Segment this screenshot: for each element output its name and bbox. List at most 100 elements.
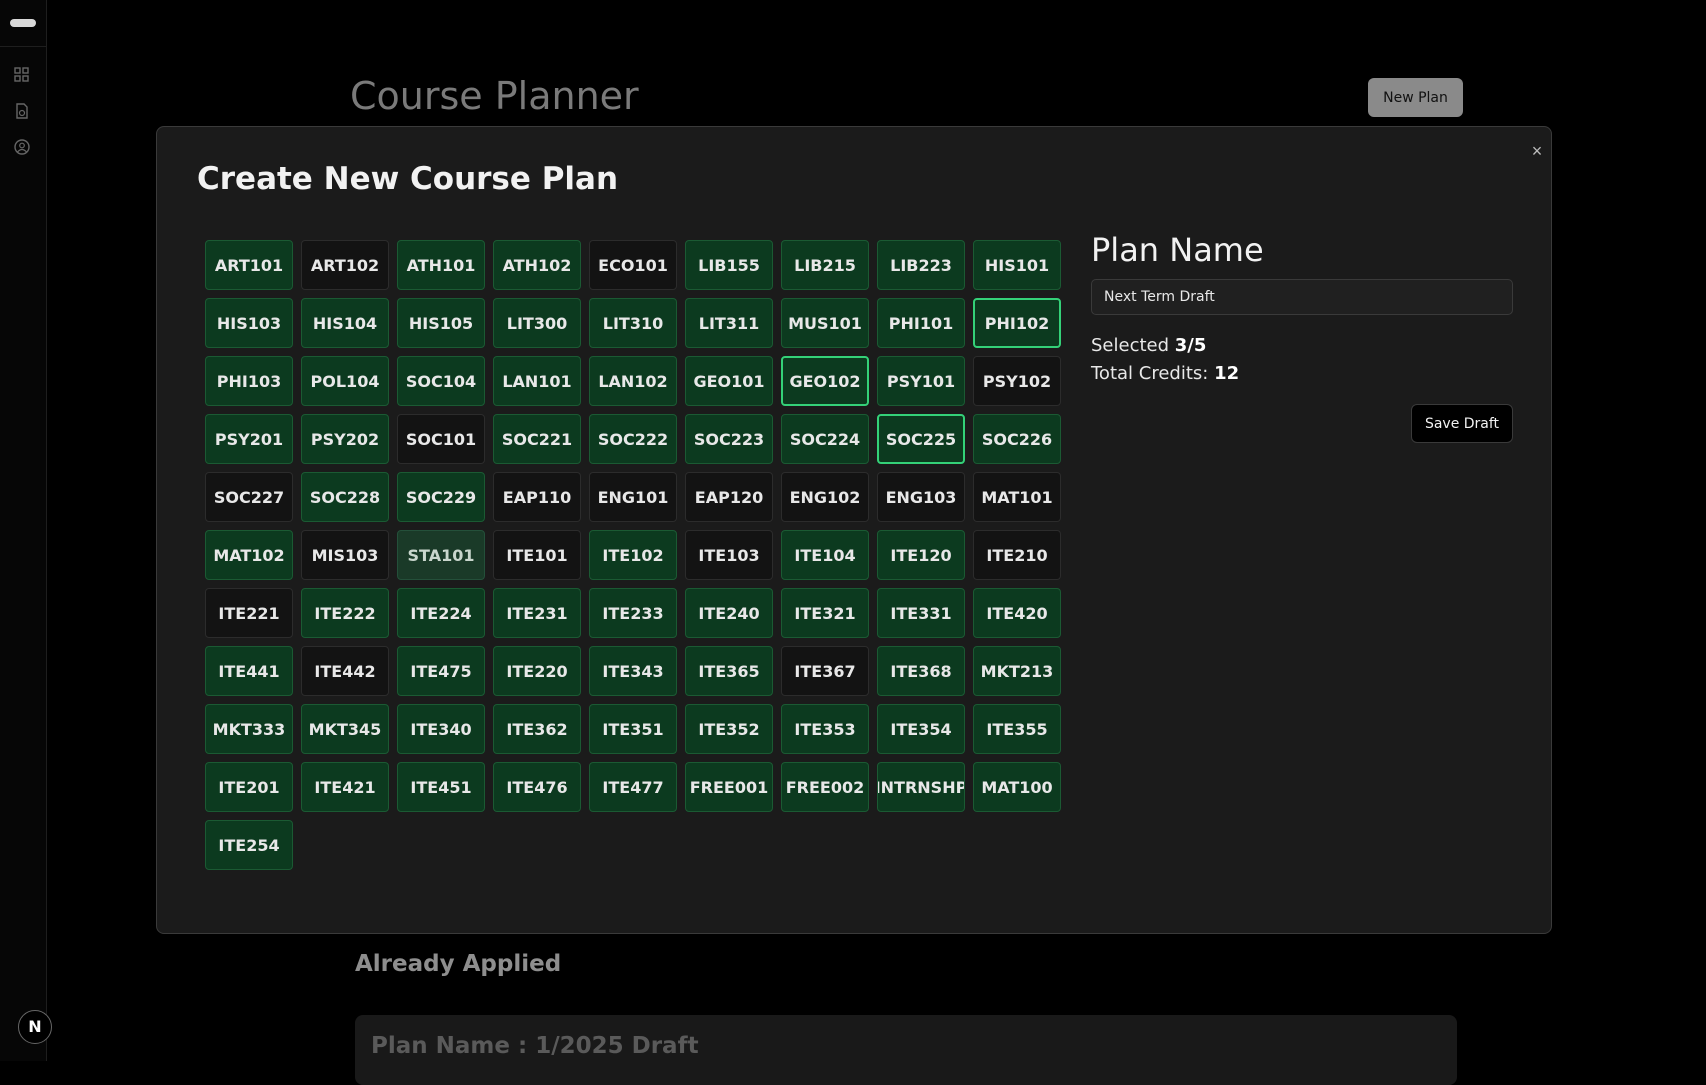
course-tile-psy102[interactable]: PSY102 (973, 356, 1061, 406)
course-tile-soc223[interactable]: SOC223 (685, 414, 773, 464)
course-tile-eng102[interactable]: ENG102 (781, 472, 869, 522)
course-tile-free002[interactable]: FREE002 (781, 762, 869, 812)
course-tile-mat102[interactable]: MAT102 (205, 530, 293, 580)
course-tile-lan101[interactable]: LAN101 (493, 356, 581, 406)
course-tile-phi102[interactable]: PHI102 (973, 298, 1061, 348)
course-tile-ite101[interactable]: ITE101 (493, 530, 581, 580)
course-tile-eap120[interactable]: EAP120 (685, 472, 773, 522)
course-tile-geo101[interactable]: GEO101 (685, 356, 773, 406)
course-tile-geo102[interactable]: GEO102 (781, 356, 869, 406)
course-tile-his101[interactable]: HIS101 (973, 240, 1061, 290)
course-tile-ite221[interactable]: ITE221 (205, 588, 293, 638)
course-tile-ite331[interactable]: ITE331 (877, 588, 965, 638)
applied-plan-card[interactable]: Plan Name : 1/2025 Draft (355, 1015, 1457, 1085)
course-tile-ite367[interactable]: ITE367 (781, 646, 869, 696)
course-tile-intrnshp[interactable]: INTRNSHP (877, 762, 965, 812)
course-tile-soc222[interactable]: SOC222 (589, 414, 677, 464)
plan-name-input[interactable] (1091, 279, 1513, 315)
course-tile-lit311[interactable]: LIT311 (685, 298, 773, 348)
course-tile-lan102[interactable]: LAN102 (589, 356, 677, 406)
course-tile-lib215[interactable]: LIB215 (781, 240, 869, 290)
course-tile-his104[interactable]: HIS104 (301, 298, 389, 348)
course-tile-soc226[interactable]: SOC226 (973, 414, 1061, 464)
course-tile-lib155[interactable]: LIB155 (685, 240, 773, 290)
course-tile-mus101[interactable]: MUS101 (781, 298, 869, 348)
course-tile-ite210[interactable]: ITE210 (973, 530, 1061, 580)
course-tile-soc104[interactable]: SOC104 (397, 356, 485, 406)
course-tile-free001[interactable]: FREE001 (685, 762, 773, 812)
course-tile-ite476[interactable]: ITE476 (493, 762, 581, 812)
course-tile-ite104[interactable]: ITE104 (781, 530, 869, 580)
course-tile-ite233[interactable]: ITE233 (589, 588, 677, 638)
grid-icon[interactable] (13, 66, 31, 84)
course-tile-soc224[interactable]: SOC224 (781, 414, 869, 464)
close-icon[interactable]: × (1527, 141, 1547, 161)
course-tile-art101[interactable]: ART101 (205, 240, 293, 290)
course-tile-mat100[interactable]: MAT100 (973, 762, 1061, 812)
course-tile-lib223[interactable]: LIB223 (877, 240, 965, 290)
course-tile-ath102[interactable]: ATH102 (493, 240, 581, 290)
course-tile-ite354[interactable]: ITE354 (877, 704, 965, 754)
course-tile-ite451[interactable]: ITE451 (397, 762, 485, 812)
course-tile-ite477[interactable]: ITE477 (589, 762, 677, 812)
course-tile-psy201[interactable]: PSY201 (205, 414, 293, 464)
save-draft-button[interactable]: Save Draft (1411, 404, 1513, 443)
course-tile-soc225[interactable]: SOC225 (877, 414, 965, 464)
course-tile-ite368[interactable]: ITE368 (877, 646, 965, 696)
document-icon[interactable] (13, 102, 31, 120)
course-tile-eng103[interactable]: ENG103 (877, 472, 965, 522)
course-tile-ite340[interactable]: ITE340 (397, 704, 485, 754)
course-tile-ite362[interactable]: ITE362 (493, 704, 581, 754)
course-tile-soc229[interactable]: SOC229 (397, 472, 485, 522)
course-tile-mkt345[interactable]: MKT345 (301, 704, 389, 754)
course-tile-soc101[interactable]: SOC101 (397, 414, 485, 464)
course-tile-ite421[interactable]: ITE421 (301, 762, 389, 812)
course-tile-phi103[interactable]: PHI103 (205, 356, 293, 406)
course-tile-psy101[interactable]: PSY101 (877, 356, 965, 406)
course-tile-art102[interactable]: ART102 (301, 240, 389, 290)
avatar[interactable]: N (18, 1010, 52, 1044)
course-tile-mis103[interactable]: MIS103 (301, 530, 389, 580)
course-tile-ite103[interactable]: ITE103 (685, 530, 773, 580)
course-tile-ite353[interactable]: ITE353 (781, 704, 869, 754)
course-tile-ite355[interactable]: ITE355 (973, 704, 1061, 754)
course-tile-ite224[interactable]: ITE224 (397, 588, 485, 638)
course-tile-eng101[interactable]: ENG101 (589, 472, 677, 522)
course-tile-ite351[interactable]: ITE351 (589, 704, 677, 754)
course-tile-ite254[interactable]: ITE254 (205, 820, 293, 870)
new-plan-button[interactable]: New Plan (1368, 78, 1463, 117)
course-tile-lit300[interactable]: LIT300 (493, 298, 581, 348)
course-tile-his105[interactable]: HIS105 (397, 298, 485, 348)
course-tile-eco101[interactable]: ECO101 (589, 240, 677, 290)
course-tile-ite231[interactable]: ITE231 (493, 588, 581, 638)
course-tile-ite102[interactable]: ITE102 (589, 530, 677, 580)
course-tile-ite420[interactable]: ITE420 (973, 588, 1061, 638)
course-tile-ite442[interactable]: ITE442 (301, 646, 389, 696)
course-tile-ite201[interactable]: ITE201 (205, 762, 293, 812)
course-tile-ite352[interactable]: ITE352 (685, 704, 773, 754)
course-tile-his103[interactable]: HIS103 (205, 298, 293, 348)
course-tile-phi101[interactable]: PHI101 (877, 298, 965, 348)
course-tile-sta101[interactable]: STA101 (397, 530, 485, 580)
course-tile-ath101[interactable]: ATH101 (397, 240, 485, 290)
course-tile-ite343[interactable]: ITE343 (589, 646, 677, 696)
course-tile-ite365[interactable]: ITE365 (685, 646, 773, 696)
course-tile-ite321[interactable]: ITE321 (781, 588, 869, 638)
course-tile-mkt213[interactable]: MKT213 (973, 646, 1061, 696)
course-tile-pol104[interactable]: POL104 (301, 356, 389, 406)
course-tile-soc228[interactable]: SOC228 (301, 472, 389, 522)
course-tile-soc227[interactable]: SOC227 (205, 472, 293, 522)
course-tile-ite475[interactable]: ITE475 (397, 646, 485, 696)
course-tile-lit310[interactable]: LIT310 (589, 298, 677, 348)
course-tile-ite441[interactable]: ITE441 (205, 646, 293, 696)
user-circle-icon[interactable] (13, 138, 31, 156)
sidebar-toggle-button[interactable] (10, 19, 36, 27)
course-tile-ite220[interactable]: ITE220 (493, 646, 581, 696)
course-tile-ite222[interactable]: ITE222 (301, 588, 389, 638)
course-tile-psy202[interactable]: PSY202 (301, 414, 389, 464)
course-tile-mat101[interactable]: MAT101 (973, 472, 1061, 522)
course-tile-ite120[interactable]: ITE120 (877, 530, 965, 580)
course-tile-ite240[interactable]: ITE240 (685, 588, 773, 638)
course-tile-eap110[interactable]: EAP110 (493, 472, 581, 522)
course-tile-mkt333[interactable]: MKT333 (205, 704, 293, 754)
